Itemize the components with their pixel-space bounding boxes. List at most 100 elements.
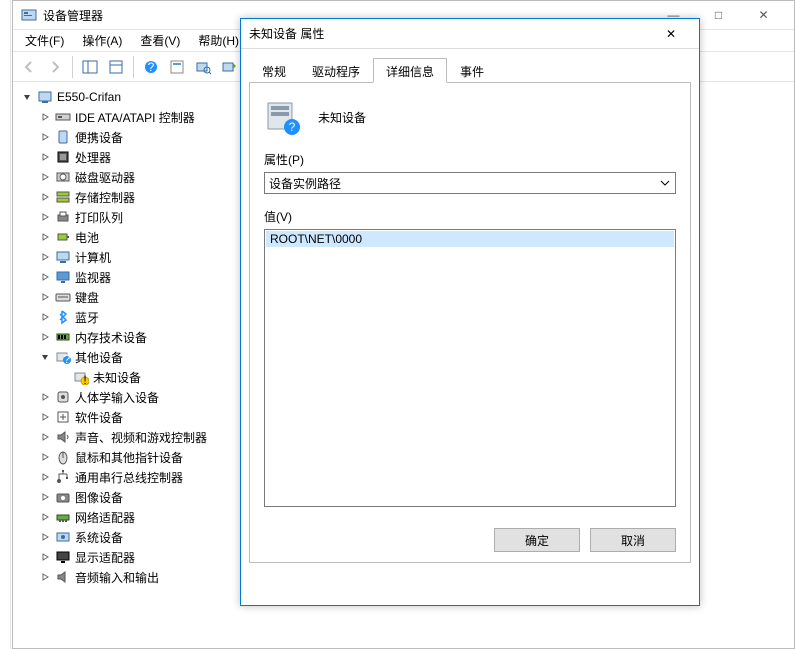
mouse-icon bbox=[55, 449, 71, 465]
properties-button[interactable] bbox=[104, 55, 128, 79]
expand-icon[interactable] bbox=[37, 289, 53, 305]
expand-icon[interactable] bbox=[37, 429, 53, 445]
expand-icon[interactable] bbox=[37, 509, 53, 525]
property-combobox[interactable]: 设备实例路径 bbox=[264, 172, 676, 194]
tree-node-label: 存储控制器 bbox=[75, 189, 135, 206]
tree-node-label: 磁盘驱动器 bbox=[75, 169, 135, 186]
expand-icon[interactable] bbox=[37, 449, 53, 465]
expand-icon[interactable] bbox=[37, 549, 53, 565]
computer-icon bbox=[55, 249, 71, 265]
disk-icon bbox=[55, 169, 71, 185]
storage-icon bbox=[55, 189, 71, 205]
expand-icon[interactable] bbox=[37, 389, 53, 405]
tree-node-label: 软件设备 bbox=[75, 409, 123, 426]
property-label: 属性(P) bbox=[264, 151, 676, 168]
expand-icon[interactable] bbox=[37, 309, 53, 325]
memory-icon bbox=[55, 329, 71, 345]
back-button[interactable] bbox=[17, 55, 41, 79]
app-icon bbox=[21, 7, 37, 23]
tab[interactable]: 详细信息 bbox=[373, 58, 447, 83]
update-driver-button[interactable] bbox=[217, 55, 241, 79]
value-label: 值(V) bbox=[264, 208, 676, 225]
hid-icon bbox=[55, 389, 71, 405]
collapse-icon[interactable] bbox=[19, 89, 35, 105]
dialog-close-button[interactable]: ✕ bbox=[651, 20, 691, 48]
imaging-icon bbox=[55, 489, 71, 505]
tree-node-label: 蓝牙 bbox=[75, 309, 99, 326]
menu-item[interactable]: 文件(F) bbox=[17, 30, 72, 51]
printer-icon bbox=[55, 209, 71, 225]
display-icon bbox=[55, 549, 71, 565]
tab[interactable]: 驱动程序 bbox=[299, 58, 373, 83]
tree-node-label: 通用串行总线控制器 bbox=[75, 469, 183, 486]
value-row[interactable]: ROOT\NET\0000 bbox=[266, 231, 674, 247]
dialog-titlebar[interactable]: 未知设备 属性 ✕ bbox=[241, 19, 699, 49]
forward-button[interactable] bbox=[43, 55, 67, 79]
tree-node-label: 计算机 bbox=[75, 249, 111, 266]
menu-item[interactable]: 操作(A) bbox=[74, 30, 130, 51]
software-icon bbox=[55, 409, 71, 425]
svg-text:!: ! bbox=[83, 373, 86, 385]
expand-icon[interactable] bbox=[37, 209, 53, 225]
tree-node-label: 显示适配器 bbox=[75, 549, 135, 566]
tab[interactable]: 常规 bbox=[249, 58, 299, 83]
tree-node-label: 键盘 bbox=[75, 289, 99, 306]
tree-node-label: 图像设备 bbox=[75, 489, 123, 506]
expand-icon[interactable] bbox=[37, 469, 53, 485]
usb-icon bbox=[55, 469, 71, 485]
value-listbox[interactable]: ROOT\NET\0000 bbox=[264, 229, 676, 507]
tab-details-page: ? 未知设备 属性(P) 设备实例路径 值(V) ROOT\NET\0000 确… bbox=[249, 83, 691, 563]
collapse-icon[interactable] bbox=[37, 349, 53, 365]
show-hide-tree-button[interactable] bbox=[78, 55, 102, 79]
portable-icon bbox=[55, 129, 71, 145]
expand-icon[interactable] bbox=[37, 169, 53, 185]
tree-node-label: 声音、视频和游戏控制器 bbox=[75, 429, 207, 446]
device-icon: ? bbox=[264, 97, 304, 137]
close-button[interactable]: ✕ bbox=[741, 1, 786, 29]
expand-icon[interactable] bbox=[37, 569, 53, 585]
svg-text:?: ? bbox=[148, 60, 155, 74]
monitor-icon bbox=[55, 269, 71, 285]
menu-item[interactable]: 帮助(H) bbox=[190, 30, 247, 51]
root-icon bbox=[37, 89, 53, 105]
maximize-button[interactable]: □ bbox=[696, 1, 741, 29]
sound-icon bbox=[55, 429, 71, 445]
tree-node-label: 内存技术设备 bbox=[75, 329, 147, 346]
toolbar-separator bbox=[133, 56, 134, 78]
tree-node-label: 系统设备 bbox=[75, 529, 123, 546]
expand-icon[interactable] bbox=[37, 189, 53, 205]
help-button[interactable]: ? bbox=[139, 55, 163, 79]
toolbar-separator bbox=[72, 56, 73, 78]
expand-icon[interactable] bbox=[37, 129, 53, 145]
tabstrip: 常规驱动程序详细信息事件 bbox=[249, 57, 691, 83]
tab[interactable]: 事件 bbox=[447, 58, 497, 83]
expand-icon[interactable] bbox=[37, 249, 53, 265]
expand-icon[interactable] bbox=[37, 329, 53, 345]
action-button[interactable] bbox=[165, 55, 189, 79]
tree-node-label: E550-Crifan bbox=[57, 90, 121, 104]
button-row: 确定 取消 bbox=[494, 528, 676, 552]
combobox-value: 设备实例路径 bbox=[269, 175, 341, 192]
expand-icon[interactable] bbox=[37, 109, 53, 125]
device-name: 未知设备 bbox=[318, 109, 366, 126]
expand-icon[interactable] bbox=[37, 409, 53, 425]
network-icon bbox=[55, 509, 71, 525]
cancel-button[interactable]: 取消 bbox=[590, 528, 676, 552]
dialog-title: 未知设备 属性 bbox=[249, 25, 651, 42]
clipped-left-strip bbox=[0, 0, 11, 649]
expand-icon[interactable] bbox=[37, 489, 53, 505]
tree-node-label: 人体学输入设备 bbox=[75, 389, 159, 406]
expand-icon[interactable] bbox=[37, 229, 53, 245]
properties-dialog: 未知设备 属性 ✕ 常规驱动程序详细信息事件 ? 未知设备 属性(P) 设备实例… bbox=[240, 18, 700, 606]
expand-icon[interactable] bbox=[37, 149, 53, 165]
menu-item[interactable]: 查看(V) bbox=[132, 30, 188, 51]
bluetooth-icon bbox=[55, 309, 71, 325]
battery-icon bbox=[55, 229, 71, 245]
ok-button[interactable]: 确定 bbox=[494, 528, 580, 552]
svg-text:?: ? bbox=[289, 120, 296, 134]
expand-icon[interactable] bbox=[37, 529, 53, 545]
scan-hardware-button[interactable] bbox=[191, 55, 215, 79]
expand-icon[interactable] bbox=[37, 269, 53, 285]
system-icon bbox=[55, 529, 71, 545]
svg-text:?: ? bbox=[64, 352, 71, 365]
